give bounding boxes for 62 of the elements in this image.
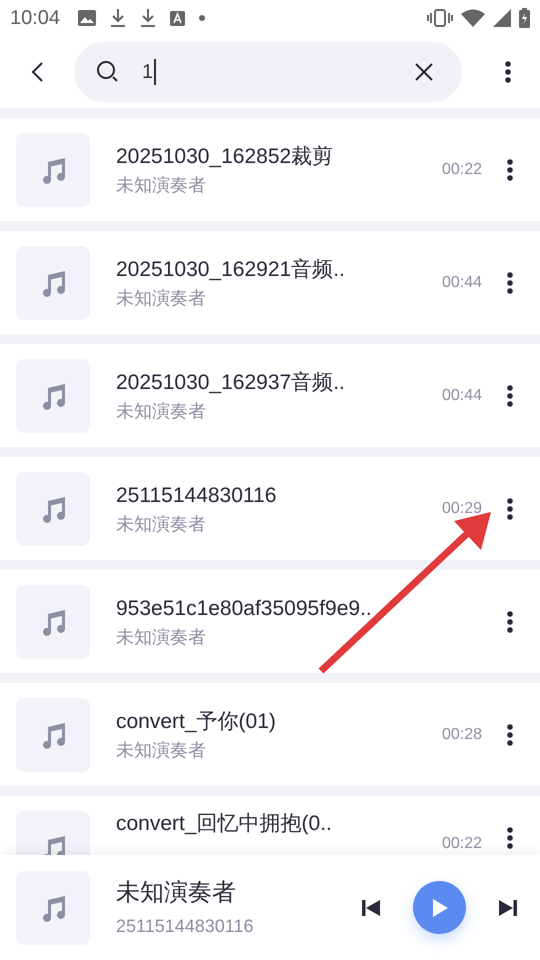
search-icon bbox=[96, 60, 120, 84]
more-icon bbox=[505, 61, 511, 83]
previous-icon bbox=[362, 898, 380, 916]
next-icon bbox=[499, 898, 517, 916]
signal-icon bbox=[493, 9, 511, 27]
song-title: 953e51c1e80af35095f9e9.. bbox=[116, 596, 373, 622]
song-row[interactable]: convert_予你(01) 未知演奏者 00:28 bbox=[0, 683, 540, 786]
song-duration: 00:29 bbox=[442, 498, 482, 518]
song-artist: 未知演奏者 bbox=[116, 400, 207, 422]
more-icon bbox=[507, 384, 513, 406]
song-title: 20251030_162852裁剪 bbox=[116, 144, 334, 170]
song-row[interactable]: 20251030_162921音频.. 未知演奏者 00:44 bbox=[0, 231, 540, 334]
music-note-icon bbox=[40, 382, 66, 410]
song-artist: 未知演奏者 bbox=[116, 174, 207, 196]
more-icon bbox=[507, 724, 513, 746]
song-row[interactable]: 953e51c1e80af35095f9e9.. 未知演奏者 bbox=[0, 570, 540, 673]
vibrate-icon bbox=[427, 9, 453, 27]
play-icon bbox=[430, 898, 448, 918]
music-note-icon bbox=[40, 608, 66, 636]
song-artist: 未知演奏者 bbox=[116, 286, 207, 310]
song-row[interactable]: 20251030_162937音频.. 未知演奏者 00:44 bbox=[0, 344, 540, 447]
download-icon bbox=[110, 9, 126, 27]
song-duration: 00:28 bbox=[442, 724, 482, 744]
music-note-icon bbox=[40, 720, 66, 748]
more-icon bbox=[507, 610, 513, 632]
music-note-icon bbox=[40, 268, 66, 296]
song-title: 20251030_162921音频.. bbox=[116, 256, 346, 282]
wifi-icon bbox=[461, 9, 485, 27]
player-subtitle: 25115144830116 bbox=[116, 914, 254, 938]
song-duration: 00:44 bbox=[442, 272, 482, 292]
song-duration: 00:44 bbox=[442, 386, 482, 406]
song-duration: 00:22 bbox=[442, 160, 482, 180]
more-icon bbox=[507, 158, 513, 180]
song-row[interactable]: 20251030_162852裁剪 未知演奏者 00:22 bbox=[0, 118, 540, 221]
song-duration: 00:22 bbox=[442, 834, 482, 854]
more-icon bbox=[507, 272, 513, 294]
song-title: 25115144830116 bbox=[116, 482, 278, 508]
song-artist: 未知演奏者 bbox=[116, 626, 207, 648]
music-note-icon bbox=[40, 894, 66, 922]
music-note-icon bbox=[40, 494, 66, 522]
search-field[interactable]: 1 bbox=[74, 42, 462, 102]
play-button[interactable] bbox=[413, 881, 466, 934]
font-icon bbox=[170, 10, 186, 26]
dot-icon bbox=[199, 15, 206, 21]
song-title: convert_回忆中拥抱(0.. bbox=[116, 811, 333, 837]
song-row[interactable]: 25115144830116 未知演奏者 00:29 bbox=[0, 457, 540, 560]
more-icon bbox=[507, 827, 513, 849]
more-icon bbox=[507, 498, 513, 520]
song-artist: 未知演奏者 bbox=[116, 738, 207, 762]
song-title: convert_予你(01) bbox=[116, 708, 277, 734]
battery-icon bbox=[519, 8, 530, 28]
song-title: 20251030_162937音频.. bbox=[116, 370, 346, 396]
song-row[interactable]: convert_回忆中拥抱(0.. 00:22 bbox=[0, 796, 540, 855]
player-title: 未知演奏者 bbox=[116, 878, 237, 908]
download-icon bbox=[140, 9, 156, 27]
song-artist: 未知演奏者 bbox=[116, 512, 207, 536]
image-icon bbox=[78, 10, 96, 26]
player-bar[interactable]: 未知演奏者 25115144830116 bbox=[0, 855, 540, 960]
back-icon bbox=[30, 61, 44, 83]
clear-icon[interactable] bbox=[414, 62, 434, 82]
music-note-icon bbox=[40, 156, 66, 184]
status-time: 10:04 bbox=[10, 6, 60, 31]
